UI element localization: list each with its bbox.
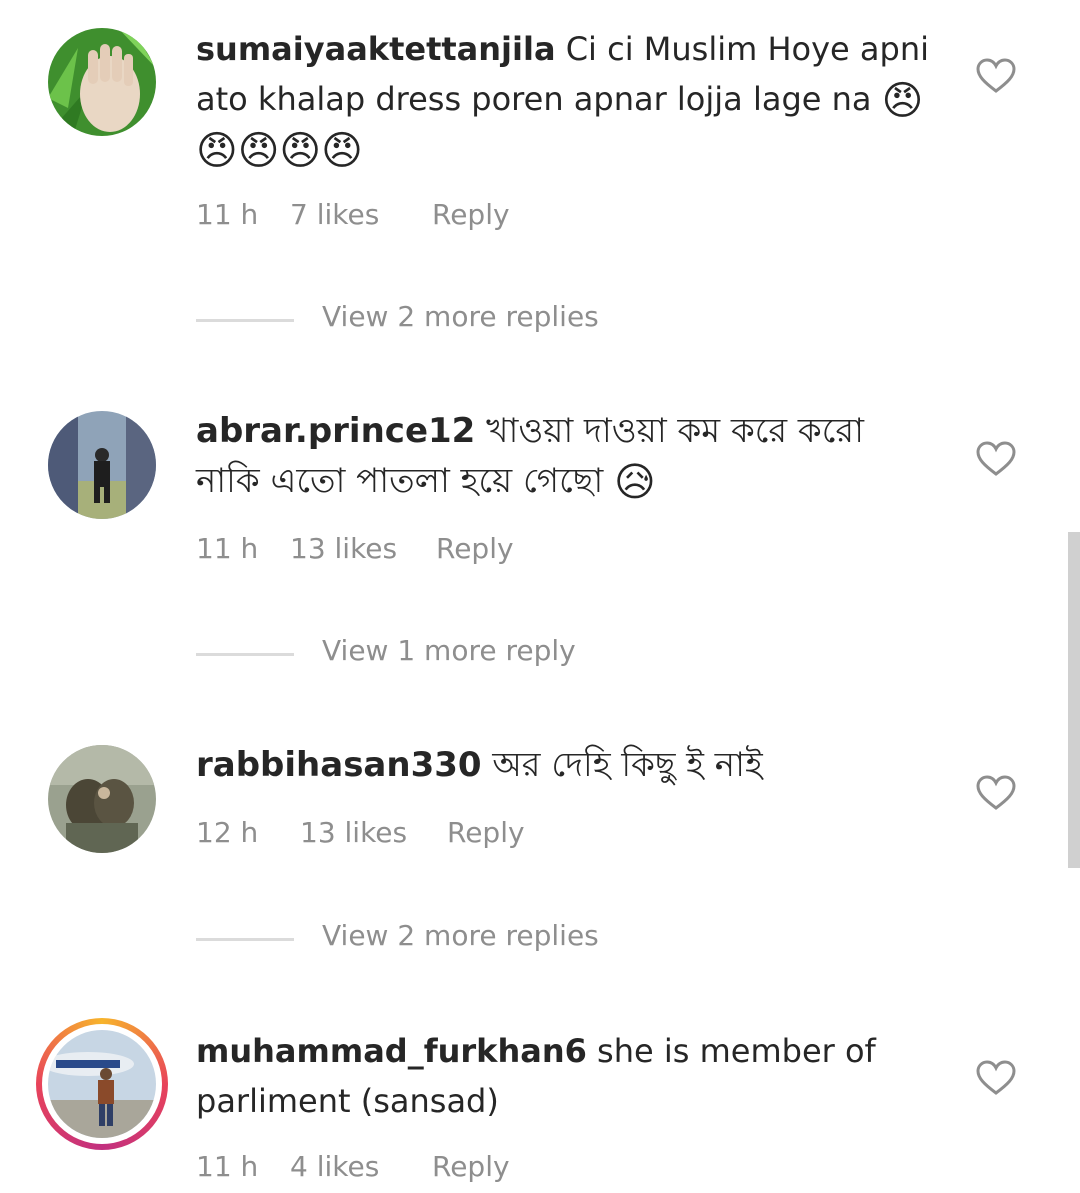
comment-text-block: rabbihasan330 অর দেহি কিছু ই নাই (196, 740, 936, 790)
heart-outline-icon[interactable] (976, 441, 1016, 477)
comment-time: 11 h (196, 1150, 259, 1183)
comment-likes[interactable]: 13 likes (300, 816, 407, 849)
story-ring-avatar[interactable] (36, 1018, 168, 1150)
comment-likes[interactable]: 13 likes (290, 532, 397, 565)
comment-likes[interactable]: 7 likes (290, 198, 379, 231)
divider-line (196, 653, 294, 656)
comment-time: 11 h (196, 532, 259, 565)
comment-likes[interactable]: 4 likes (290, 1150, 379, 1183)
divider-line (196, 319, 294, 322)
view-more-label[interactable]: View 2 more replies (322, 300, 599, 333)
comment-username[interactable]: muhammad_furkhan6 (196, 1032, 587, 1070)
heart-outline-icon[interactable] (976, 775, 1016, 811)
comment-text-block: muhammad_furkhan6 she is member of parli… (196, 1026, 936, 1126)
heart-outline-icon[interactable] (976, 1060, 1016, 1096)
divider-line (196, 938, 294, 941)
reply-button[interactable]: Reply (432, 1150, 510, 1183)
sad-emoji-icon: 😥 (614, 459, 656, 506)
heart-outline-icon[interactable] (976, 58, 1016, 94)
comment-body: অর দেহি কিছু ই নাই (492, 745, 763, 785)
reply-button[interactable]: Reply (432, 198, 510, 231)
comment-username[interactable]: sumaiyaaktettanjila (196, 30, 556, 68)
comment-text-block: abrar.prince12 খাওয়া দাওয়া কম করে করো … (196, 406, 936, 506)
avatar[interactable] (48, 745, 156, 853)
scrollbar[interactable] (1068, 532, 1080, 868)
avatar (48, 1030, 156, 1138)
comment-time: 12 h (196, 816, 259, 849)
comment-text-block: sumaiyaaktettanjila Ci ci Muslim Hoye ap… (196, 24, 936, 174)
view-more-label[interactable]: View 2 more replies (322, 919, 599, 952)
view-more-label[interactable]: View 1 more reply (322, 634, 576, 667)
reply-button[interactable]: Reply (436, 532, 514, 565)
avatar[interactable] (48, 411, 156, 519)
comment-username[interactable]: rabbihasan330 (196, 745, 482, 785)
avatar-inner (42, 1024, 162, 1144)
comment-time: 11 h (196, 198, 259, 231)
comment-username[interactable]: abrar.prince12 (196, 411, 475, 451)
reply-button[interactable]: Reply (447, 816, 525, 849)
avatar[interactable] (48, 28, 156, 136)
